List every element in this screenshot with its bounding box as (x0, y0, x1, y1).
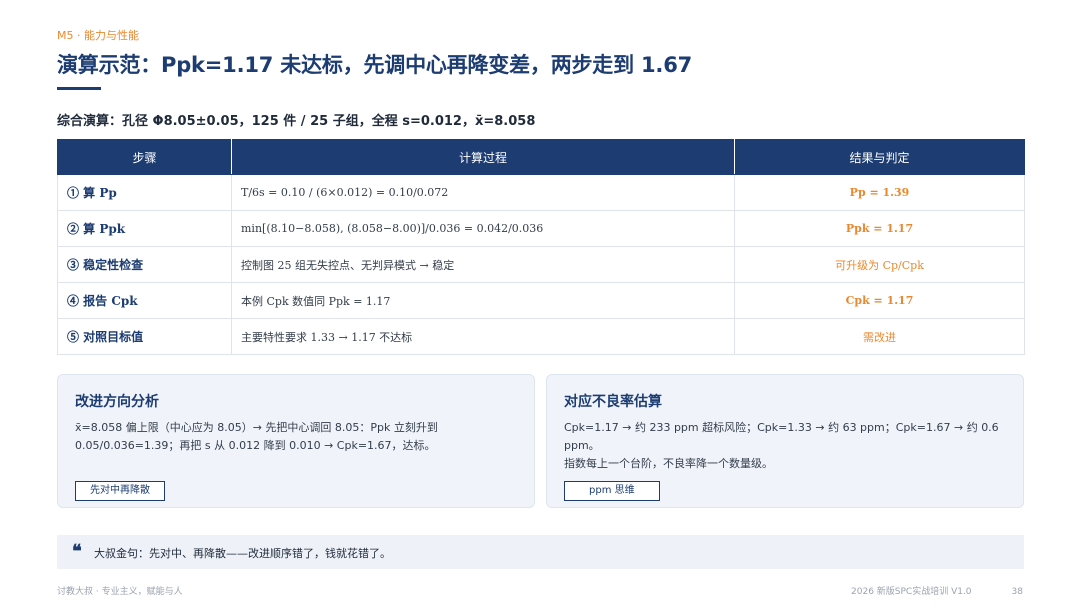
improvement-analysis-card: 改进方向分析 x̄=8.058 偏上限（中心应为 8.05）→ 先把中心调回 8… (57, 374, 535, 508)
card-title: 改进方向分析 (75, 394, 159, 410)
card-body-line: x̄=8.058 偏上限（中心应为 8.05）→ 先把中心调回 8.05：Ppk… (75, 421, 438, 434)
quote-bar: ❝ 大叔金句：先对中、再降散——改进顺序错了，钱就花错了。 (57, 535, 1024, 569)
card-body-line: Cpk=1.17 → 约 233 ppm 超标风险；Cpk=1.33 → 约 6… (564, 421, 999, 452)
table-header-row: 步骤 计算过程 结果与判定 (57, 139, 1025, 175)
quote-text: 大叔金句：先对中、再降散——改进顺序错了，钱就花错了。 (94, 547, 391, 560)
table-row: ② 算 Ppk min[(8.10−8.058), (8.058−8.00)]/… (57, 210, 1025, 247)
result-cell: 可升级为 Cp/Cpk (734, 246, 1025, 283)
table-row: ⑤ 对照目标值 主要特性要求 1.33 → 1.17 不达标 需改进 (57, 318, 1025, 355)
card-body: Cpk=1.17 → 约 233 ppm 超标风险；Cpk=1.33 → 约 6… (564, 419, 1009, 473)
page-subtitle: 综合演算：孔径 Φ8.05±0.05，125 件 / 25 子组，全程 s=0.… (57, 114, 536, 129)
result-cell: Cpk = 1.17 (734, 282, 1025, 319)
footer-right: 2026 新版SPC实战培训 V1.0 38 (851, 584, 1023, 597)
card-body: x̄=8.058 偏上限（中心应为 8.05）→ 先把中心调回 8.05：Ppk… (75, 419, 520, 455)
footer-left: 讨教大叔 · 专业主义，赋能与人 (57, 587, 183, 597)
calc-cell: 主要特性要求 1.33 → 1.17 不达标 (231, 318, 735, 355)
calculation-table: 步骤 计算过程 结果与判定 ① 算 Pp T/6s = 0.10 / (6×0.… (57, 139, 1025, 355)
card-tag: ppm 思维 (564, 481, 660, 501)
card-tag: 先对中再降散 (75, 481, 165, 501)
title-underline (57, 87, 101, 90)
step-cell: ⑤ 对照目标值 (57, 318, 232, 355)
step-cell: ① 算 Pp (57, 174, 232, 211)
step-cell: ② 算 Ppk (57, 210, 232, 247)
step-cell: ④ 报告 Cpk (57, 282, 232, 319)
column-header-calculation: 计算过程 (231, 139, 735, 175)
calc-cell: 本例 Cpk 数值同 Ppk = 1.17 (231, 282, 735, 319)
footer-course-name: 2026 新版SPC实战培训 V1.0 (851, 587, 972, 597)
page-number: 38 (1011, 587, 1023, 597)
table-row: ④ 报告 Cpk 本例 Cpk 数值同 Ppk = 1.17 Cpk = 1.1… (57, 282, 1025, 319)
table-row: ③ 稳定性检查 控制图 25 组无失控点、无判异模式 → 稳定 可升级为 Cp/… (57, 246, 1025, 283)
calc-cell: T/6s = 0.10 / (6×0.012) = 0.10/0.072 (231, 174, 735, 211)
card-body-line: 0.05/0.036=1.39；再把 s 从 0.012 降到 0.010 → … (75, 439, 436, 452)
calc-cell: 控制图 25 组无失控点、无判异模式 → 稳定 (231, 246, 735, 283)
quote-icon: ❝ (72, 541, 82, 562)
table-row: ① 算 Pp T/6s = 0.10 / (6×0.012) = 0.10/0.… (57, 174, 1025, 211)
column-header-result: 结果与判定 (734, 139, 1025, 175)
result-cell: 需改进 (734, 318, 1025, 355)
result-cell: Pp = 1.39 (734, 174, 1025, 211)
column-header-step: 步骤 (57, 139, 232, 175)
calc-cell: min[(8.10−8.058), (8.058−8.00)]/0.036 = … (231, 210, 735, 247)
card-body-line: 指数每上一个台阶，不良率降一个数量级。 (564, 457, 773, 470)
card-title: 对应不良率估算 (564, 394, 662, 410)
step-cell: ③ 稳定性检查 (57, 246, 232, 283)
result-cell: Ppk = 1.17 (734, 210, 1025, 247)
defect-rate-card: 对应不良率估算 Cpk=1.17 → 约 233 ppm 超标风险；Cpk=1.… (546, 374, 1024, 508)
page-title: 演算示范：Ppk=1.17 未达标，先调中心再降变差，两步走到 1.67 (57, 53, 693, 77)
section-tag: M5 · 能力与性能 (57, 29, 139, 42)
